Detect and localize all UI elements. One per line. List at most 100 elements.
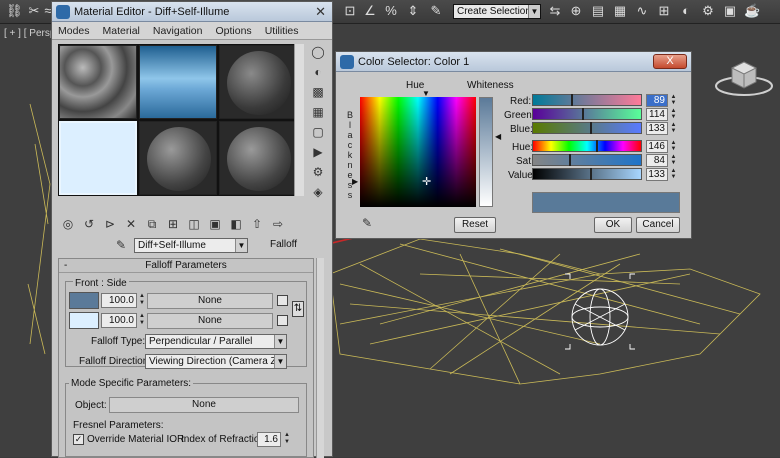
front-map-checkbox[interactable] [277,295,288,306]
menu-modes[interactable]: Modes [58,22,90,39]
viewcube-icon[interactable] [712,52,776,100]
put-to-scene-icon[interactable]: ↺ [81,216,97,232]
material-editor-icon[interactable]: ◐ [678,3,694,19]
blue-slider[interactable] [532,122,642,134]
hue-value[interactable]: 146 [646,140,668,153]
edit-named-sets-icon[interactable]: ✎ [428,3,444,19]
whiteness-slider[interactable] [479,97,493,207]
swap-colors-icon[interactable]: ⇅ [292,301,304,317]
close-button[interactable]: X [653,54,687,69]
angle-snap-icon[interactable]: ∠ [362,3,378,19]
go-to-parent-icon[interactable]: ⇧ [249,216,265,232]
blackness-marker-icon[interactable]: ▶ [352,177,358,186]
side-map-checkbox[interactable] [277,315,288,326]
menu-navigation[interactable]: Navigation [153,22,203,39]
material-effects-icon[interactable]: ◫ [186,216,202,232]
background-icon[interactable]: ▩ [310,84,326,100]
render-setup-icon[interactable]: ⚙ [700,3,716,19]
sat-arrows[interactable]: ▲ ▼ [670,154,677,167]
value-slider[interactable] [532,168,642,180]
snap-icon[interactable]: ⊡ [342,3,358,19]
green-value[interactable]: 114 [646,108,668,121]
ior-spinner[interactable]: 1.6 [257,432,281,447]
put-to-library-icon[interactable]: ⊞ [165,216,181,232]
side-color-swatch[interactable] [69,312,99,329]
reset-map-icon[interactable]: ✕ [123,216,139,232]
assign-material-icon[interactable]: ⊳ [102,216,118,232]
curve-editor-icon[interactable]: ∿ [634,3,650,19]
override-ior-checkbox[interactable]: ✓ [73,434,84,445]
material-type-button[interactable]: Falloff [270,239,297,250]
show-end-result-icon[interactable]: ◧ [228,216,244,232]
percent-snap-icon[interactable]: % [383,3,399,19]
eyedropper-icon[interactable]: ✎ [116,238,126,252]
blue-arrows[interactable]: ▲ ▼ [670,122,677,135]
options-icon[interactable]: ⚙ [310,164,326,180]
copy-material-icon[interactable]: ⧉ [144,216,160,232]
select-by-material-icon[interactable]: ◈ [310,184,326,200]
schematic-icon[interactable]: ⊞ [656,3,672,19]
sample-slot-6[interactable] [219,121,297,195]
falloff-direction-dropdown[interactable]: Viewing Direction (Camera Z-Axis) ▼ [145,354,287,369]
side-amount-spinner[interactable]: 100.0 [101,313,137,328]
ior-arrows[interactable]: ▲ ▼ [283,432,291,447]
render-icon[interactable]: ☕ [744,3,760,19]
value-value[interactable]: 133 [646,168,668,181]
green-arrows[interactable]: ▲ ▼ [670,108,677,121]
selection-set-dropdown[interactable]: Create Selection Se ▼ [453,4,541,19]
red-arrows[interactable]: ▲ ▼ [670,94,677,107]
eyedropper-icon[interactable]: ✎ [362,216,372,230]
material-name-dropdown[interactable]: Diff+Self-Illume ▼ [134,238,248,253]
render-frame-icon[interactable]: ▣ [722,3,738,19]
side-amount-arrows[interactable]: ▲ ▼ [138,313,146,328]
front-map-button[interactable]: None [147,293,273,309]
video-check-icon[interactable]: ▢ [310,124,326,140]
sat-slider[interactable] [532,154,642,166]
show-map-icon[interactable]: ▣ [207,216,223,232]
value-arrows[interactable]: ▲ ▼ [670,168,677,181]
uv-tiling-icon[interactable]: ▦ [310,104,326,120]
sat-value[interactable]: 84 [646,154,668,167]
falloff-type-dropdown[interactable]: Perpendicular / Parallel ▼ [145,334,287,349]
front-color-swatch[interactable] [69,292,99,309]
green-slider[interactable] [532,108,642,120]
mirror-icon[interactable]: ⇆ [547,3,563,19]
sample-slot-3[interactable] [219,45,297,119]
align-icon[interactable]: ⊕ [568,3,584,19]
hue-slider[interactable] [532,140,642,152]
close-icon[interactable]: ✕ [315,2,326,22]
reset-button[interactable]: Reset [454,217,496,233]
sample-slot-4[interactable] [59,121,137,195]
ribbon-icon[interactable]: ▦ [612,3,628,19]
spinner-snap-icon[interactable]: ⇕ [405,3,421,19]
hue-blackness-picker[interactable]: ✛ [360,97,476,207]
whiteness-marker-icon[interactable]: ◀ [495,132,501,141]
front-amount-arrows[interactable]: ▲ ▼ [138,293,146,308]
material-editor-titlebar[interactable]: Material Editor - Diff+Self-Illume ✕ [52,2,332,22]
rollout-header[interactable]: - Falloff Parameters [59,259,313,273]
sample-slot-5[interactable] [139,121,217,195]
make-preview-icon[interactable]: ▶ [310,144,326,160]
layer-icon[interactable]: ▤ [590,3,606,19]
go-forward-icon[interactable]: ⇨ [270,216,286,232]
color-selector-titlebar[interactable]: Color Selector: Color 1 X [336,52,691,72]
rollout-scrollbar[interactable] [316,258,324,458]
link-icon[interactable]: ⛓ [6,3,23,19]
menu-material[interactable]: Material [103,22,140,39]
red-value[interactable]: 89 [646,94,668,107]
get-material-icon[interactable]: ◎ [60,216,76,232]
slots-scrollbar[interactable] [294,44,304,196]
side-map-button[interactable]: None [147,313,273,329]
object-pick-button[interactable]: None [109,397,299,413]
red-slider[interactable] [532,94,642,106]
menu-utilities[interactable]: Utilities [265,22,299,39]
blue-value[interactable]: 133 [646,122,668,135]
sample-slot-1[interactable] [59,45,137,119]
cancel-button[interactable]: Cancel [636,217,680,233]
hue-arrows[interactable]: ▲ ▼ [670,140,677,153]
ok-button[interactable]: OK [594,217,632,233]
sample-slot-2[interactable] [139,45,217,119]
menu-options[interactable]: Options [216,22,252,39]
sample-type-icon[interactable]: ◯ [310,44,326,60]
front-amount-spinner[interactable]: 100.0 [101,293,137,308]
